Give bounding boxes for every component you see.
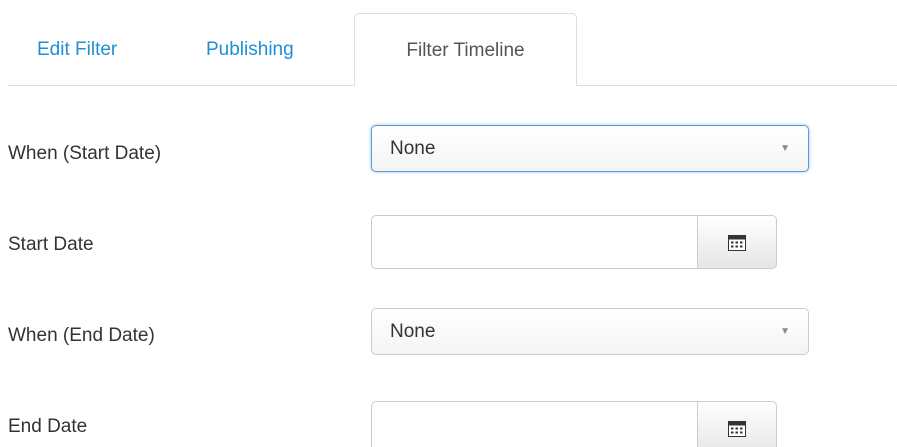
when-start-date-select[interactable]: None ▼ bbox=[371, 125, 809, 172]
start-date-label: Start Date bbox=[8, 234, 94, 255]
tab-edit-filter[interactable]: Edit Filter bbox=[37, 0, 117, 85]
when-end-date-value: None bbox=[390, 321, 436, 342]
end-date-label: End Date bbox=[8, 416, 88, 437]
end-date-input[interactable] bbox=[371, 401, 698, 447]
start-date-control bbox=[371, 215, 777, 269]
end-date-control bbox=[371, 401, 777, 447]
chevron-down-icon: ▼ bbox=[780, 326, 790, 337]
calendar-icon bbox=[728, 421, 746, 437]
start-date-input[interactable] bbox=[371, 215, 698, 269]
tab-bar: Edit Filter Publishing Filter Timeline bbox=[8, 0, 897, 86]
tab-filter-timeline[interactable]: Filter Timeline bbox=[354, 13, 577, 86]
when-start-date-label: When (Start Date) bbox=[8, 143, 162, 164]
when-end-date-select[interactable]: None ▼ bbox=[371, 308, 809, 355]
calendar-icon bbox=[728, 235, 746, 251]
when-end-date-label: When (End Date) bbox=[8, 325, 155, 346]
start-date-calendar-button[interactable] bbox=[697, 215, 777, 269]
filter-timeline-page: Edit Filter Publishing Filter Timeline W… bbox=[0, 0, 897, 447]
end-date-calendar-button[interactable] bbox=[697, 401, 777, 447]
tab-publishing[interactable]: Publishing bbox=[206, 0, 294, 85]
chevron-down-icon: ▼ bbox=[780, 143, 790, 154]
when-start-date-value: None bbox=[390, 138, 436, 159]
